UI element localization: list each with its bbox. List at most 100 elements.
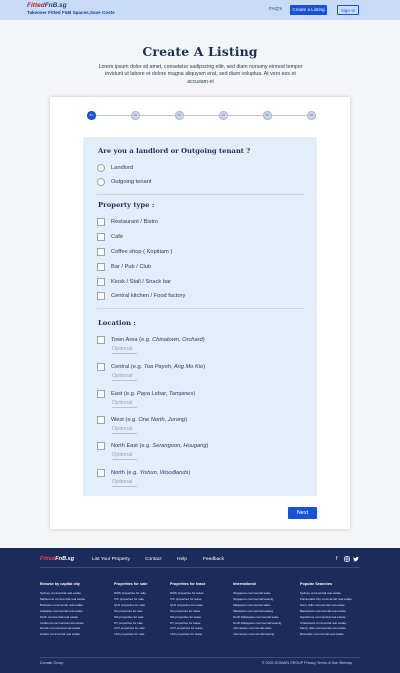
footer-copyright: © 2020 DOMAIN GROUP Privacy Terms of Use…	[262, 661, 353, 665]
optional-input[interactable]: Optional	[112, 346, 137, 354]
footer-link-contact[interactable]: Contact	[145, 557, 162, 562]
footer-link[interactable]: TAS properties for lease	[170, 632, 205, 638]
footer-link[interactable]: Brisbane commercial real estate	[40, 603, 85, 609]
checkbox[interactable]	[97, 415, 105, 424]
footer-link[interactable]: Parramatta City commercial real estate	[300, 597, 352, 603]
footer-column-heading: Browse by capital city	[40, 582, 80, 586]
checkbox[interactable]	[97, 389, 105, 398]
footer-link[interactable]: Hobart commercial real estate	[40, 632, 85, 638]
checkbox[interactable]	[97, 362, 105, 371]
footer-link[interactable]: WA properties for sale	[114, 615, 147, 621]
location-label: North (e.g. Yishun, Woodlands)	[111, 469, 191, 476]
footer-link[interactable]: Rosedale commercial real estate	[300, 632, 352, 638]
logo-text-part1: Fitted	[27, 2, 45, 9]
facebook-icon[interactable]: f	[336, 556, 338, 562]
radio-button[interactable]	[97, 163, 105, 172]
tagline: Takeover Fitted F&B Spaces,Save Costs	[27, 10, 115, 15]
checkbox[interactable]	[97, 441, 105, 450]
checkbox[interactable]	[97, 291, 105, 300]
location-north-east[interactable]: North East (e.g. Serangoon, Hougang) Opt…	[97, 441, 208, 465]
footer-link[interactable]: Melbourne commercial real estate	[40, 597, 85, 603]
checkbox-central-kitchen[interactable]: Central kitchen / Food factory	[97, 291, 185, 300]
step-1[interactable]: 01	[87, 111, 96, 120]
footer-column-capital-city: Browse by capital city Sydney commercial…	[40, 582, 85, 638]
site-logo[interactable]: FittedFnB.sg	[27, 2, 67, 9]
checkbox-label: Kiosk / Stall / Snack bar	[111, 278, 172, 285]
location-west[interactable]: West (e.g. One North, Jurong) Optional	[97, 415, 187, 439]
top-header: FittedFnB.sg Takeover Fitted F&B Spaces,…	[0, 0, 400, 20]
footer-logo-part1: Fitted	[40, 556, 56, 562]
checkbox[interactable]	[97, 262, 105, 271]
footer-column-heading: Properties for sale	[114, 582, 148, 586]
step-3[interactable]: 03	[175, 111, 184, 120]
footer-link[interactable]: Indonesian commercial leasing	[233, 632, 281, 638]
footer-column-heading: Properties for lease	[170, 582, 206, 586]
radio-outgoing-tenant[interactable]: Outgoing tenant	[97, 177, 151, 186]
step-2[interactable]: 02	[131, 111, 140, 120]
location-east[interactable]: East (e.g. Paya Lebar, Tampines) Optiona…	[97, 389, 195, 413]
footer-link[interactable]: Sandstone commercial real estate	[300, 615, 352, 621]
footer-link[interactable]: Surry Hills commercial real estate	[300, 603, 352, 609]
footer-link-help[interactable]: Help	[177, 557, 187, 562]
checkbox-kiosk[interactable]: Kiosk / Stall / Snack bar	[97, 277, 171, 286]
radio-button[interactable]	[97, 177, 105, 186]
checkbox-coffee-shop[interactable]: Coffee shop ( Kopitiam )	[97, 247, 172, 256]
location-label: North East (e.g. Serangoon, Hougang)	[111, 442, 209, 449]
next-button[interactable]: Next	[288, 507, 317, 519]
footer-column-heading: Popular Searches	[300, 582, 333, 586]
footer-column-for-sale: Properties for sale NSW properties for s…	[114, 582, 147, 638]
step-4[interactable]: 04	[219, 111, 228, 120]
step-6[interactable]: 06	[307, 111, 316, 120]
checkbox[interactable]	[97, 277, 105, 286]
create-listing-button[interactable]: Create a Listing	[290, 5, 327, 15]
checkbox-bar-pub[interactable]: Bar / Pub / Club	[97, 262, 151, 271]
footer-link[interactable]: SA properties for lease	[170, 609, 205, 615]
footer-logo-part2: FnB.sg	[55, 556, 75, 562]
location-label: Town Area (e.g. Chinatown, Orchard)	[111, 336, 205, 343]
footer-link[interactable]: SA properties for sale	[114, 609, 147, 615]
footer-link[interactable]: Adelaide commercial real estate	[40, 609, 85, 615]
footer-link[interactable]: Bankstown commercial real estate	[300, 609, 352, 615]
footer-company: Domain Group	[40, 661, 64, 665]
progress-stepper: 01 02 03 04 05 06	[87, 111, 316, 121]
step-5[interactable]: 05	[263, 111, 272, 120]
checkbox-label: Central kitchen / Food factory	[111, 292, 186, 299]
twitter-icon[interactable]	[353, 556, 359, 564]
location-town-area[interactable]: Town Area (e.g. Chinatown, Orchard) Opti…	[97, 335, 205, 359]
footer-logo[interactable]: FittedFnB.sg	[40, 556, 74, 562]
checkbox[interactable]	[97, 217, 105, 226]
footer-link-feedback[interactable]: Feedback	[203, 557, 224, 562]
footer-link[interactable]: QLD properties for sale	[114, 603, 147, 609]
footer-link[interactable]: WA properties for lease	[170, 615, 205, 621]
checkbox-cafe[interactable]: Café	[97, 232, 123, 241]
checkbox[interactable]	[97, 232, 105, 241]
optional-input[interactable]: Optional	[112, 426, 137, 434]
section-divider	[97, 194, 305, 195]
checkbox[interactable]	[97, 335, 105, 344]
location-question: Location :	[98, 319, 136, 327]
optional-input[interactable]: Optional	[112, 373, 137, 381]
footer-link[interactable]: VIC properties for sale	[114, 597, 147, 603]
footer-link[interactable]: VIC properties for lease	[170, 597, 205, 603]
site-footer: FittedFnB.sg List Your Property Contact …	[0, 548, 400, 673]
footer-separator	[40, 567, 360, 568]
instagram-icon[interactable]	[344, 556, 350, 564]
location-north[interactable]: North (e.g. Yishun, Woodlands) Optional	[97, 468, 190, 492]
footer-link[interactable]: TAS properties for sale	[114, 632, 147, 638]
checkbox[interactable]	[97, 468, 105, 477]
footer-link[interactable]: QLD properties for lease	[170, 603, 205, 609]
optional-input[interactable]: Optional	[112, 400, 137, 408]
footer-column-international: International Singapore commercial sales…	[233, 582, 281, 638]
optional-input[interactable]: Optional	[112, 479, 137, 487]
faq-link[interactable]: FAQ's	[269, 7, 282, 12]
checkbox-restaurant[interactable]: Restaurant / Bistro	[97, 217, 158, 226]
optional-input[interactable]: Optional	[112, 452, 137, 460]
location-label: West (e.g. One North, Jurong)	[111, 416, 188, 423]
sign-in-button[interactable]: Sign In	[337, 5, 359, 15]
footer-link-list-property[interactable]: List Your Property	[92, 557, 130, 562]
footer-link[interactable]: North Malaysian commercial sales	[233, 615, 281, 621]
radio-landlord[interactable]: Landlord	[97, 163, 133, 172]
location-central[interactable]: Central (e.g. Toa Payoh, Ang Mo Kio) Opt…	[97, 362, 205, 386]
page-intro: Lorem ipsum dolor sit amet, consetetur s…	[98, 64, 303, 85]
checkbox[interactable]	[97, 247, 105, 256]
